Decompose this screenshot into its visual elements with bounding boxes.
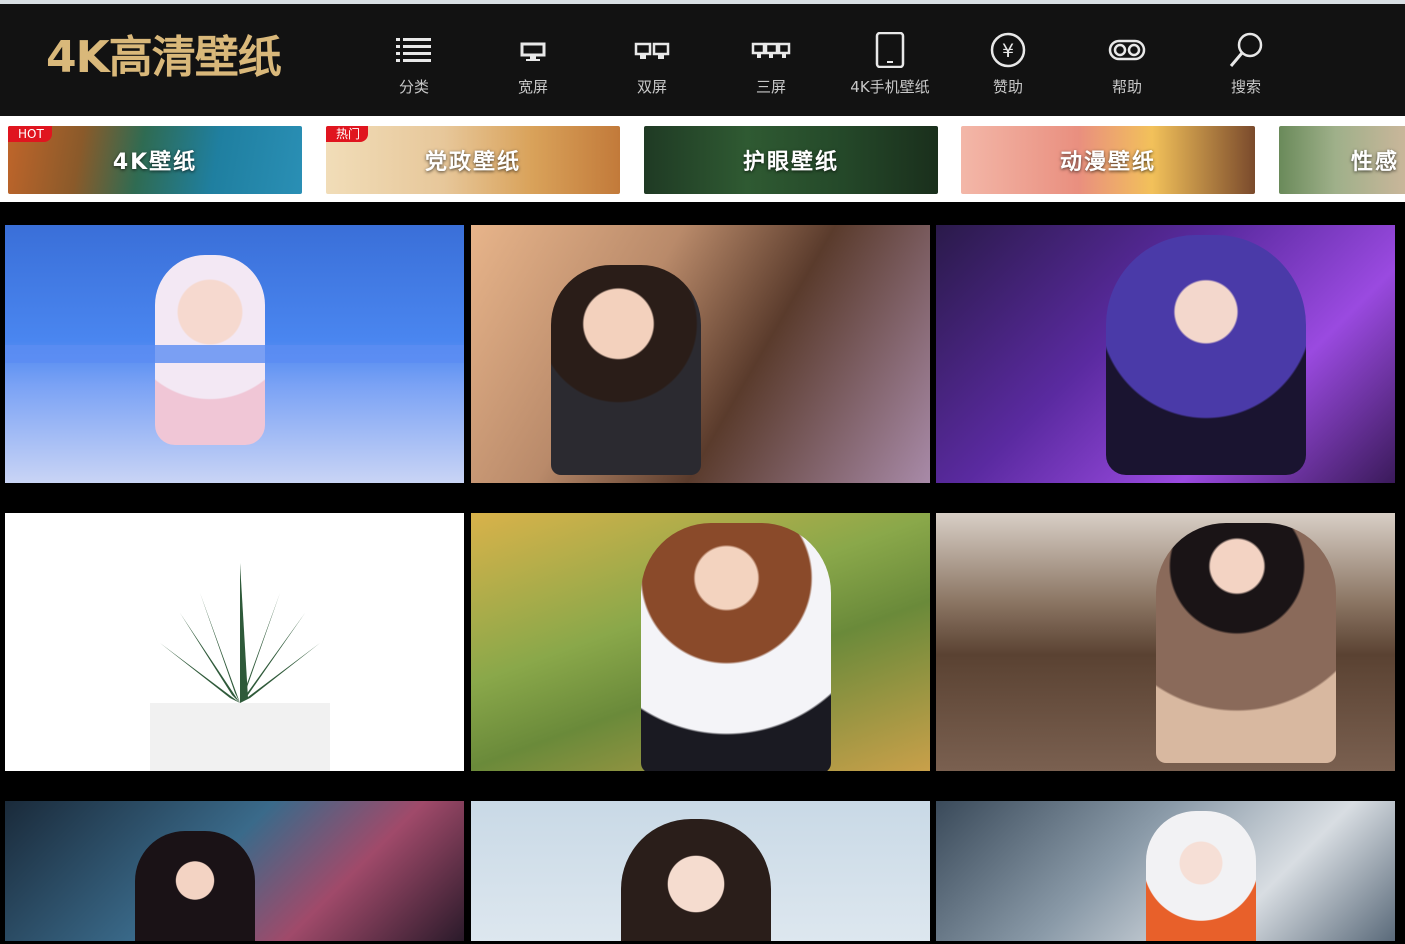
- category-label: 性感: [1351, 150, 1400, 175]
- category-card-sexy[interactable]: 性感: [1279, 126, 1405, 194]
- wallpaper-row: [5, 225, 1395, 483]
- nav-label: 双屏: [636, 78, 667, 96]
- help-icon: [1108, 39, 1146, 61]
- wallpaper-thumbnail[interactable]: [5, 801, 464, 941]
- nav-label: 分类: [398, 78, 429, 96]
- wallpaper-thumbnail[interactable]: [471, 225, 930, 483]
- nav-label: 赞助: [992, 78, 1023, 96]
- list-icon: [396, 38, 431, 62]
- category-card-4k[interactable]: HOT 4K壁纸: [8, 126, 302, 194]
- nav-label: 帮助: [1111, 78, 1142, 96]
- category-label: 4K壁纸: [112, 150, 198, 175]
- wallpaper-thumbnail[interactable]: [471, 801, 930, 941]
- wallpaper-thumbnail[interactable]: [5, 513, 464, 771]
- nav-label: 4K手机壁纸: [850, 78, 930, 96]
- nav-item-dual-screen[interactable]: 双屏: [597, 32, 707, 97]
- monitor-icon: [520, 42, 546, 61]
- category-label: 护眼壁纸: [742, 150, 839, 175]
- wallpaper-thumbnail[interactable]: [936, 513, 1395, 771]
- category-card-party[interactable]: 热门 党政壁纸: [326, 126, 620, 194]
- hot-badge: HOT: [8, 126, 52, 142]
- site-header: 4K高清壁纸 分类 宽屏 双屏 三屏 4K手机壁纸 ¥ 赞助 帮助 搜索: [0, 4, 1405, 116]
- search-icon: [1229, 32, 1263, 67]
- dual-monitor-icon: [634, 42, 670, 59]
- wallpaper-row: [5, 801, 1395, 941]
- wallpaper-thumbnail[interactable]: [471, 513, 930, 771]
- nav-item-widescreen[interactable]: 宽屏: [478, 32, 588, 97]
- nav-item-triple-screen[interactable]: 三屏: [716, 32, 826, 97]
- phone-icon: [875, 32, 905, 68]
- nav-item-sponsor[interactable]: ¥ 赞助: [953, 32, 1063, 97]
- category-label: 动漫壁纸: [1059, 150, 1156, 175]
- nav-item-search[interactable]: 搜索: [1191, 32, 1301, 97]
- wallpaper-row: [5, 513, 1395, 771]
- wallpaper-thumbnail[interactable]: [936, 225, 1395, 483]
- category-label: 党政壁纸: [424, 150, 521, 175]
- category-strip: HOT 4K壁纸 热门 党政壁纸 护眼壁纸 动漫壁纸 性感: [0, 116, 1405, 202]
- nav-label: 搜索: [1230, 78, 1261, 96]
- svg-text:¥: ¥: [1002, 40, 1014, 62]
- category-card-anime[interactable]: 动漫壁纸: [961, 126, 1255, 194]
- nav-item-phone-wallpaper[interactable]: 4K手机壁纸: [835, 32, 945, 97]
- hot-badge: 热门: [326, 126, 369, 142]
- wallpaper-thumbnail[interactable]: [5, 225, 464, 483]
- yen-coin-icon: ¥: [990, 32, 1026, 68]
- nav-item-help[interactable]: 帮助: [1072, 32, 1182, 97]
- site-logo[interactable]: 4K高清壁纸: [46, 32, 282, 84]
- triple-monitor-icon: [751, 42, 791, 58]
- nav-item-category[interactable]: 分类: [359, 32, 469, 97]
- category-card-eye-care[interactable]: 护眼壁纸: [644, 126, 938, 194]
- nav-label: 三屏: [755, 78, 786, 96]
- wallpaper-thumbnail[interactable]: [936, 801, 1395, 941]
- nav-label: 宽屏: [517, 78, 548, 96]
